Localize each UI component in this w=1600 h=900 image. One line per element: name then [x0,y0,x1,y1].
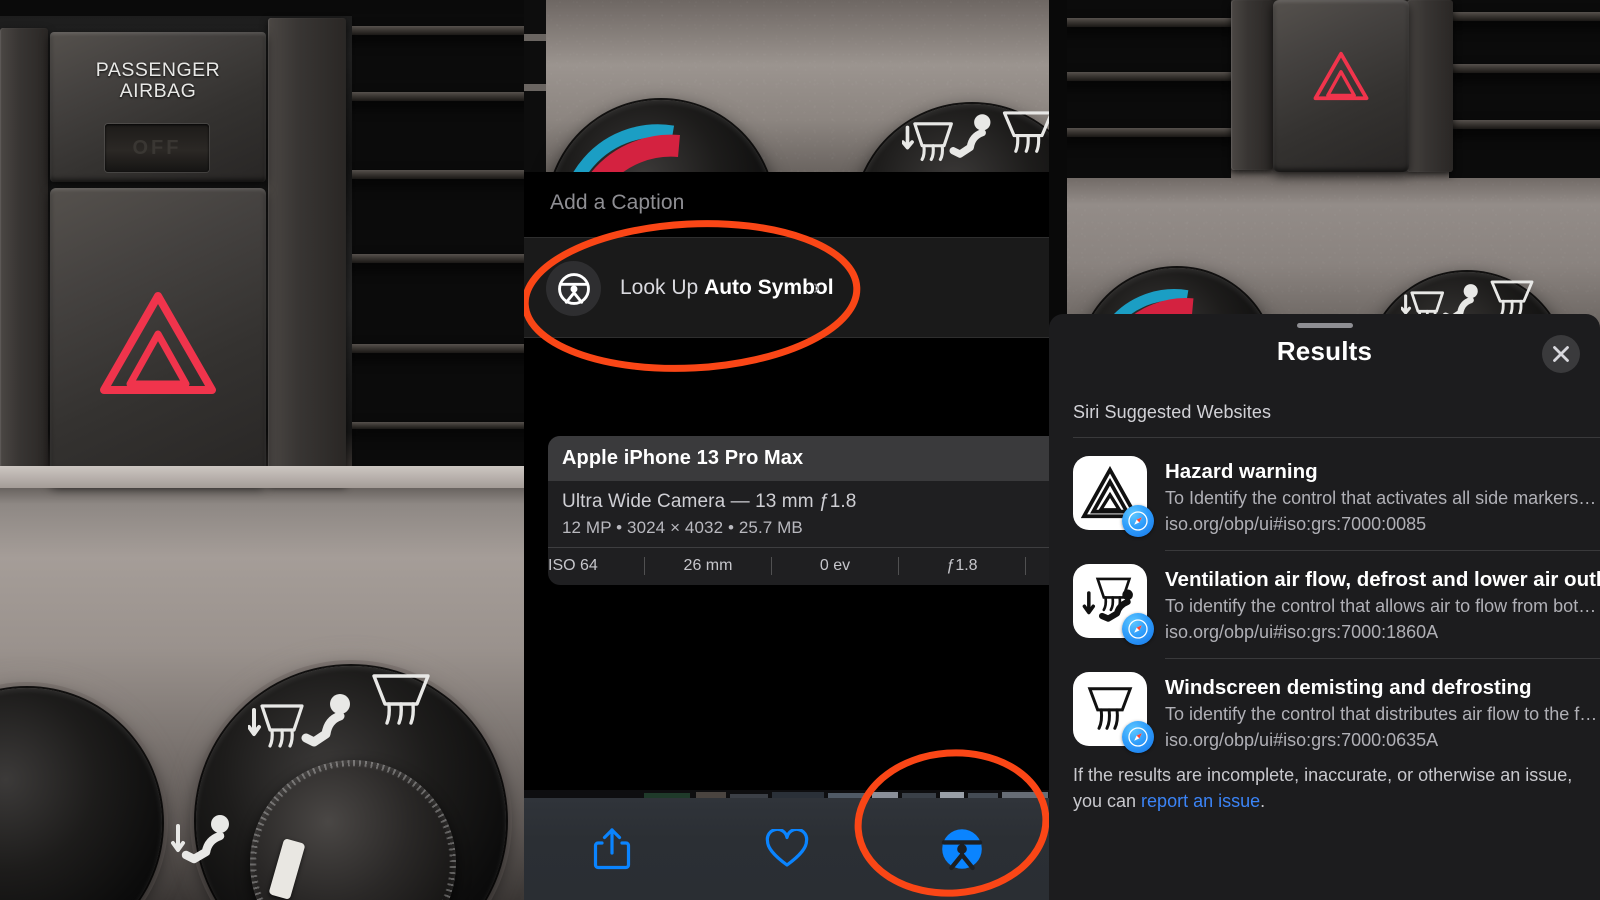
footnote-text-after: . [1260,791,1266,812]
passenger-airbag-label: PASSENGER AIRBAG [50,59,266,103]
result-url-1: iso.org/obp/ui#iso:grs:7000:0085 [1165,514,1427,534]
chevron-right-icon: › [813,274,821,299]
airbag-label-line2: AIRBAG [119,80,197,103]
caption-row[interactable]: Add a Caption [524,172,1049,237]
result-title-3: Windscreen demisting and defrosting [1165,676,1532,699]
left-photo-panel: PASSENGER AIRBAG OFF [0,0,524,900]
exif-stat-separator-4 [1025,557,1026,575]
result-url-3: iso.org/obp/ui#iso:grs:7000:0635A [1165,730,1439,750]
exif-stats-row: ISO 64 26 mm 0 ev ƒ1.8 [548,547,1049,585]
result-url-2: iso.org/obp/ui#iso:grs:7000:1860A [1165,622,1439,642]
airbag-indicator-window: OFF [105,124,209,172]
windscreen-defrost-icon [372,674,430,725]
result-item-ventilation[interactable]: Ventilation air flow, defrost and lower … [1049,548,1600,656]
console-highlight [0,466,524,488]
hazard-warning-triangle-icon [100,292,216,394]
trim-rib-right-a [1231,0,1273,170]
exif-specs-line: 12 MP • 3024 × 4032 • 25.7 MB [562,518,803,537]
report-an-issue-link[interactable]: report an issue [1141,791,1260,811]
visual-lookup-button[interactable] [874,827,1049,871]
air-vent-right-photo-right [1449,0,1600,178]
result-description-1: To Identify the control that activates a… [1165,488,1597,508]
result-item-hazard-warning[interactable]: Hazard warning To Identify the control t… [1049,440,1600,548]
close-icon [1553,346,1569,362]
exif-body: Ultra Wide Camera — 13 mm ƒ1.8 12 MP • 3… [548,481,1049,547]
favorite-button[interactable] [699,829,874,869]
dashboard-photo-left: PASSENGER AIRBAG OFF [0,0,524,900]
results-panel: Results Siri Suggested Websites Hazard w… [1049,0,1600,900]
look-up-row[interactable]: Look Up Auto Symbol › [524,237,1049,338]
exif-info-card[interactable]: Apple iPhone 13 Pro Max Ultra Wide Camer… [548,436,1049,585]
feet-airflow-icon [171,815,229,864]
dashboard-photo-right [1049,0,1600,330]
airbag-label-line1: PASSENGER [95,59,221,81]
exif-stat-aperture: ƒ1.8 [946,557,978,574]
hazard-warning-triangle-icon-right [1313,51,1369,101]
result-item-windscreen[interactable]: Windscreen demisting and defrosting To i… [1049,656,1600,764]
trim-rib [268,18,346,484]
safari-compass-icon-3 [1122,721,1154,753]
results-sheet: Results Siri Suggested Websites Hazard w… [1049,314,1600,900]
section-label-siri-suggested-websites: Siri Suggested Websites [1073,402,1272,422]
trim-rib-left [0,28,48,468]
look-up-label: Look Up Auto Symbol [620,276,834,300]
panel-filler [524,596,1049,798]
section-divider [1073,437,1600,438]
airbag-off-text: OFF [132,136,182,159]
result-description-3: To identify the control that distributes… [1165,704,1598,724]
sheet-drag-handle[interactable] [1296,323,1353,328]
windscreen-defrost-icon-mid [1002,111,1049,153]
screenshot-stage: PASSENGER AIRBAG OFF Add a Caption Look … [0,0,1600,900]
results-footnote: If the results are incomplete, inaccurat… [1073,762,1583,814]
look-up-prefix: Look Up [620,276,705,299]
close-button[interactable] [1542,335,1580,373]
share-up-arrow-icon [593,828,630,870]
photo-thumbnail-top[interactable] [524,0,1049,172]
caption-input[interactable]: Add a Caption [550,191,684,215]
exif-stat-iso: ISO 64 [548,557,598,574]
photos-detail-panel: Add a Caption Look Up Auto Symbol › Appl… [524,0,1049,900]
result-icon-wrapper-3 [1073,672,1154,753]
air-vent-right-photo-left [1065,0,1231,178]
steering-wheel-icon-toolbar [941,829,982,871]
result-title-2: Ventilation air flow, defrost and lower … [1165,568,1600,591]
exif-device-name: Apple iPhone 13 Pro Max [548,436,1049,481]
exif-stat-focal: 26 mm [683,557,733,574]
photo-toolbar [524,798,1049,900]
exif-lens-line: Ultra Wide Camera — 13 mm ƒ1.8 [562,491,857,512]
compass-needle-icon-1 [1128,511,1148,531]
result-icon-wrapper-1 [1073,456,1154,537]
safari-compass-icon-2 [1122,613,1154,645]
safari-compass-icon-1 [1122,505,1154,537]
result-icon-wrapper-2 [1073,564,1154,645]
heart-icon [765,829,808,867]
seated-person-icon [301,694,350,747]
result-title-1: Hazard warning [1165,460,1318,483]
result-description-2: To identify the control that allows air … [1165,596,1597,616]
share-button[interactable] [524,827,699,871]
temperature-arc [573,124,680,172]
look-up-icon-wrapper [546,261,601,316]
trim-rib-right-b [1407,0,1453,172]
redaction-block-2 [530,348,870,436]
steering-wheel-icon [557,272,590,305]
compass-needle-icon-3 [1128,727,1148,747]
exif-stat-ev: 0 ev [819,557,851,574]
sheet-title: Results [1276,336,1373,366]
air-vent-left-photo [352,14,524,466]
compass-needle-icon-2 [1128,619,1148,639]
